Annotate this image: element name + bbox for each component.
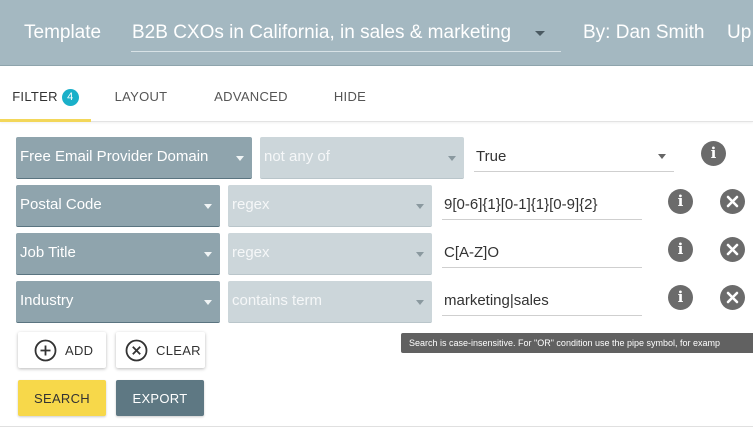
tab-layout-label: LAYOUT bbox=[114, 89, 168, 104]
chevron-down-icon bbox=[535, 31, 545, 36]
filter-operator-select[interactable]: contains term bbox=[228, 281, 432, 323]
chevron-down-icon bbox=[204, 300, 212, 305]
tab-hide[interactable]: HIDE bbox=[320, 66, 380, 122]
chevron-down-icon bbox=[416, 204, 424, 209]
filter-value-text: C[A-Z]O bbox=[444, 244, 499, 261]
chevron-down-icon bbox=[448, 156, 456, 161]
chevron-down-icon bbox=[658, 154, 666, 159]
filter-field-value: Industry bbox=[20, 292, 74, 309]
info-icon[interactable]: i bbox=[668, 285, 693, 310]
header-truncated-action[interactable]: Up bbox=[727, 22, 751, 44]
add-button-label: ADD bbox=[65, 343, 94, 358]
filter-value-input[interactable]: marketing|sales bbox=[442, 284, 642, 316]
author-byline: By: Dan Smith bbox=[583, 22, 705, 43]
page: Template B2B CXOs in California, in sale… bbox=[0, 0, 753, 429]
chevron-down-icon bbox=[236, 156, 244, 161]
filter-value-select[interactable]: True bbox=[474, 140, 674, 172]
add-filter-button[interactable]: ADD bbox=[18, 332, 106, 368]
tab-bar: FILTER 4 LAYOUT ADVANCED HIDE bbox=[0, 66, 753, 122]
tab-layout[interactable]: LAYOUT bbox=[100, 66, 182, 122]
top-header: Template B2B CXOs in California, in sale… bbox=[0, 0, 753, 66]
info-icon[interactable]: i bbox=[701, 141, 726, 166]
tab-filter-label: FILTER bbox=[12, 89, 58, 104]
filter-field-select[interactable]: Industry bbox=[16, 281, 220, 323]
plus-circle-icon bbox=[34, 339, 57, 365]
filter-value-text: 9[0-6]{1}[0-1]{1}[0-9]{2} bbox=[444, 196, 598, 213]
clear-filters-button[interactable]: CLEAR bbox=[116, 332, 205, 368]
chevron-down-icon bbox=[416, 300, 424, 305]
filter-operator-select[interactable]: not any of bbox=[260, 137, 464, 179]
search-hint-tooltip: Search is case-insensitive. For "OR" con… bbox=[401, 333, 753, 353]
close-icon[interactable] bbox=[720, 237, 745, 262]
close-icon[interactable] bbox=[720, 285, 745, 310]
info-icon[interactable]: i bbox=[668, 189, 693, 214]
filter-operator-value: contains term bbox=[232, 292, 323, 309]
search-button-label: SEARCH bbox=[34, 391, 90, 406]
x-circle-icon bbox=[125, 339, 148, 365]
filter-field-value: Job Title bbox=[20, 244, 76, 261]
filter-value-text: True bbox=[476, 148, 507, 165]
tab-filter[interactable]: FILTER 4 bbox=[0, 66, 91, 122]
filter-field-value: Postal Code bbox=[20, 196, 102, 213]
chevron-down-icon bbox=[204, 204, 212, 209]
filter-operator-value: not any of bbox=[264, 148, 330, 165]
filter-field-value: Free Email Provider Domain bbox=[20, 148, 209, 165]
search-button[interactable]: SEARCH bbox=[18, 380, 106, 416]
template-select[interactable]: B2B CXOs in California, in sales & marke… bbox=[131, 10, 561, 52]
filter-field-select[interactable]: Free Email Provider Domain bbox=[16, 137, 252, 179]
export-button[interactable]: EXPORT bbox=[116, 380, 204, 416]
filter-operator-value: regex bbox=[232, 196, 270, 213]
chevron-down-icon bbox=[204, 252, 212, 257]
clear-button-label: CLEAR bbox=[156, 343, 201, 358]
filter-value-text: marketing|sales bbox=[444, 292, 549, 309]
filter-field-select[interactable]: Job Title bbox=[16, 233, 220, 275]
chevron-down-icon bbox=[416, 252, 424, 257]
filter-operator-select[interactable]: regex bbox=[228, 233, 432, 275]
info-icon[interactable]: i bbox=[668, 237, 693, 262]
tab-advanced-label: ADVANCED bbox=[214, 89, 288, 104]
filter-operator-select[interactable]: regex bbox=[228, 185, 432, 227]
bottom-divider bbox=[0, 426, 753, 427]
tab-advanced[interactable]: ADVANCED bbox=[201, 66, 301, 122]
template-select-value: B2B CXOs in California, in sales & marke… bbox=[132, 22, 512, 43]
template-label: Template bbox=[24, 22, 102, 43]
filter-value-input[interactable]: 9[0-6]{1}[0-1]{1}[0-9]{2} bbox=[442, 188, 642, 220]
filter-count-badge: 4 bbox=[61, 89, 79, 106]
filter-value-input[interactable]: C[A-Z]O bbox=[442, 236, 642, 268]
close-icon[interactable] bbox=[720, 189, 745, 214]
tab-hide-label: HIDE bbox=[333, 89, 367, 104]
export-button-label: EXPORT bbox=[132, 391, 188, 406]
filter-operator-value: regex bbox=[232, 244, 270, 261]
filter-field-select[interactable]: Postal Code bbox=[16, 185, 220, 227]
